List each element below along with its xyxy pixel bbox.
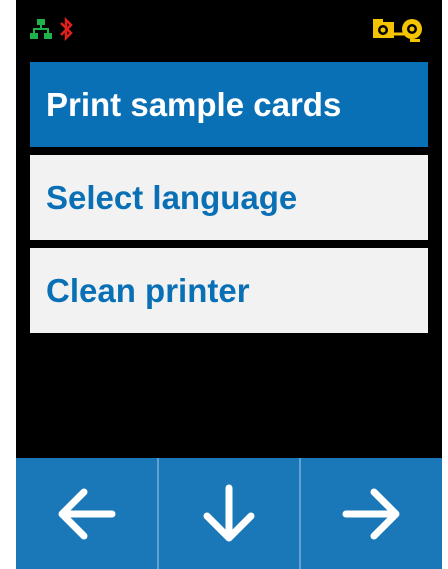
arrow-down-icon [203, 484, 255, 541]
arrow-right-icon [342, 488, 400, 539]
back-button[interactable] [16, 458, 159, 569]
arrow-left-icon [58, 488, 116, 539]
scroll-down-button[interactable] [159, 458, 302, 569]
network-icon [30, 19, 52, 39]
ribbon-icon [373, 19, 422, 42]
printer-display: Print sample cards Select language Clean… [16, 0, 442, 569]
menu-item-print-sample-cards[interactable]: Print sample cards [30, 62, 428, 147]
navigation-bar [16, 458, 442, 569]
bluetooth-icon [60, 17, 73, 41]
menu-item-select-language[interactable]: Select language [30, 155, 428, 240]
menu-item-clean-printer[interactable]: Clean printer [30, 248, 428, 333]
status-bar [16, 0, 442, 56]
confirm-button[interactable] [301, 458, 442, 569]
menu-list: Print sample cards Select language Clean… [30, 62, 428, 341]
